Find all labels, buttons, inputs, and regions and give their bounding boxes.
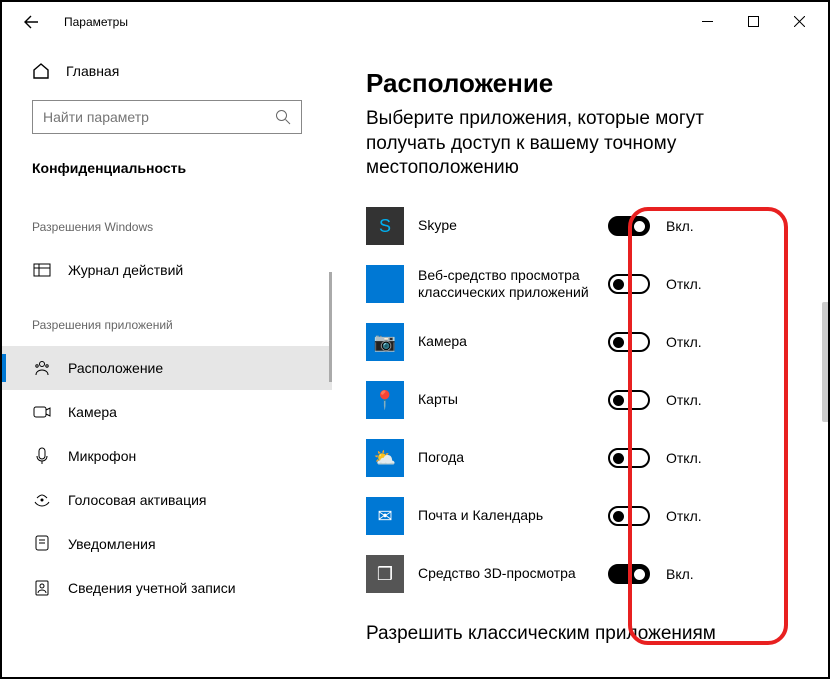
nav-label: Микрофон <box>68 448 136 464</box>
category-title: Конфиденциальность <box>2 154 332 194</box>
search-box[interactable] <box>32 100 302 134</box>
app-icon: 📍 <box>366 381 404 419</box>
nav-activity-history[interactable]: Журнал действий <box>2 248 332 292</box>
bottom-heading: Разрешить классическим приложениям <box>366 623 788 645</box>
toggle-state-label: Вкл. <box>666 218 716 234</box>
nav-microphone[interactable]: Микрофон <box>2 434 332 478</box>
app-icon: ⛅ <box>366 439 404 477</box>
nav-label: Камера <box>68 404 117 420</box>
arrow-left-icon <box>23 14 39 30</box>
toggle-wrap: Откл. <box>608 332 716 352</box>
app-toggle[interactable] <box>608 390 650 410</box>
toggle-state-label: Откл. <box>666 450 716 466</box>
nav-notifications-icon <box>32 534 52 554</box>
app-toggle[interactable] <box>608 506 650 526</box>
app-toggle[interactable] <box>608 448 650 468</box>
app-icon: S <box>366 207 404 245</box>
close-button[interactable] <box>776 6 822 36</box>
home-link[interactable]: Главная <box>2 56 332 86</box>
app-toggle[interactable] <box>608 332 650 352</box>
app-row: ✉ Почта и Календарь Откл. <box>366 487 788 545</box>
titlebar: Параметры <box>2 2 828 42</box>
activity-history-icon <box>32 260 52 280</box>
nav-account-info-icon <box>32 578 52 598</box>
app-label: Карты <box>418 391 608 409</box>
nav-label: Уведомления <box>68 536 156 552</box>
section-app-permissions: Разрешения приложений <box>2 312 332 346</box>
toggle-wrap: Откл. <box>608 274 716 294</box>
settings-window: Параметры Главная Конфиденциальность Раз… <box>0 0 830 679</box>
app-label: Почта и Календарь <box>418 507 608 525</box>
search-input[interactable] <box>43 109 275 125</box>
nav-label: Расположение <box>68 360 163 376</box>
sidebar: Главная Конфиденциальность Разрешения Wi… <box>2 42 332 677</box>
nav-location[interactable]: Расположение <box>2 346 332 390</box>
nav-label: Голосовая активация <box>68 492 207 508</box>
page-subtitle: Выберите приложения, которые могут получ… <box>366 107 788 181</box>
search-icon <box>275 109 291 125</box>
nav-camera[interactable]: Камера <box>2 390 332 434</box>
maximize-button[interactable] <box>730 6 776 36</box>
toggle-wrap: Откл. <box>608 390 716 410</box>
toggle-wrap: Откл. <box>608 448 716 468</box>
app-icon <box>366 265 404 303</box>
nav-voice-activation-icon <box>32 490 52 510</box>
toggle-state-label: Откл. <box>666 276 716 292</box>
app-row: ❒ Средство 3D-просмотра Вкл. <box>366 545 788 603</box>
close-icon <box>794 16 805 27</box>
nav-label: Журнал действий <box>68 262 183 278</box>
toggle-state-label: Откл. <box>666 508 716 524</box>
app-toggle[interactable] <box>608 216 650 236</box>
app-label: Веб-средство просмотра классических прил… <box>418 267 608 302</box>
minimize-icon <box>702 16 713 27</box>
app-row: 📷 Камера Откл. <box>366 313 788 371</box>
app-label: Камера <box>418 333 608 351</box>
nav-account-info[interactable]: Сведения учетной записи <box>2 566 332 610</box>
nav-voice-activation[interactable]: Голосовая активация <box>2 478 332 522</box>
app-icon: ❒ <box>366 555 404 593</box>
toggle-state-label: Откл. <box>666 334 716 350</box>
app-row: Веб-средство просмотра классических прил… <box>366 255 788 313</box>
toggle-wrap: Вкл. <box>608 216 716 236</box>
nav-label: Сведения учетной записи <box>68 580 236 596</box>
nav-location-icon <box>32 358 52 378</box>
page-title: Расположение <box>366 68 788 99</box>
section-windows-permissions: Разрешения Windows <box>2 214 332 248</box>
back-button[interactable] <box>16 7 46 37</box>
app-icon: 📷 <box>366 323 404 361</box>
app-row: ⛅ Погода Откл. <box>366 429 788 487</box>
toggle-state-label: Вкл. <box>666 566 716 582</box>
toggle-state-label: Откл. <box>666 392 716 408</box>
nav-camera-icon <box>32 402 52 422</box>
app-icon: ✉ <box>366 497 404 535</box>
app-toggle[interactable] <box>608 564 650 584</box>
app-toggle[interactable] <box>608 274 650 294</box>
window-controls <box>684 6 822 36</box>
window-scrollbar[interactable] <box>822 302 830 422</box>
main-panel: Расположение Выберите приложения, которы… <box>332 42 828 677</box>
minimize-button[interactable] <box>684 6 730 36</box>
home-icon <box>32 62 50 80</box>
maximize-icon <box>748 16 759 27</box>
app-row: 📍 Карты Откл. <box>366 371 788 429</box>
app-row: S Skype Вкл. <box>366 197 788 255</box>
nav-notifications[interactable]: Уведомления <box>2 522 332 566</box>
toggle-wrap: Откл. <box>608 506 716 526</box>
app-label: Средство 3D-просмотра <box>418 565 608 583</box>
nav-microphone-icon <box>32 446 52 466</box>
window-title: Параметры <box>64 15 128 29</box>
app-label: Погода <box>418 449 608 467</box>
home-label: Главная <box>66 63 119 79</box>
app-label: Skype <box>418 217 608 235</box>
toggle-wrap: Вкл. <box>608 564 716 584</box>
